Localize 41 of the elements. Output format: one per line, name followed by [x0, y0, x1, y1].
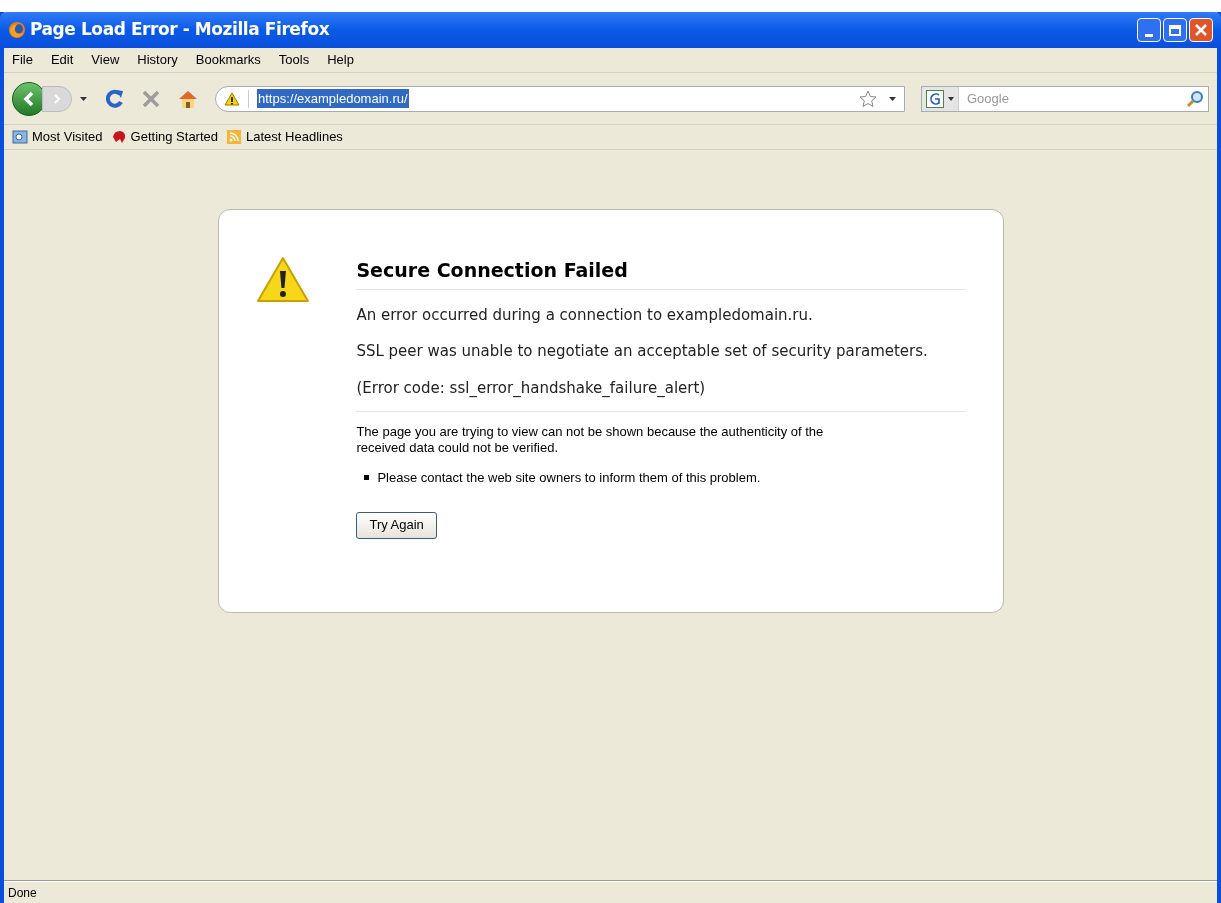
bookmark-item[interactable]: Most Visited — [12, 127, 103, 147]
feed-icon — [226, 129, 243, 145]
error-message: SSL peer was unable to negotiate an acceptable set of security parameters. — [356, 341, 929, 362]
error-description: The page you are trying to view can not be shown because the authenticity of the received data could not be verified. — [356, 424, 825, 456]
close-icon — [1194, 23, 1208, 37]
maximize-icon — [1169, 24, 1181, 36]
menu-item[interactable]: History — [137, 50, 178, 70]
address-bar[interactable]: https://exampledomain.ru/ — [215, 85, 905, 112]
menu-item[interactable]: Help — [327, 50, 354, 70]
warning-icon — [224, 91, 240, 106]
error-message: (Error code: ssl_error_handshake_failure_alert) — [356, 377, 707, 399]
try-again-button[interactable]: Try Again — [356, 511, 437, 539]
menu-item[interactable]: Edit — [50, 50, 74, 70]
url-text: https://exampledomain.ru/ — [257, 88, 409, 109]
bookmark-item[interactable]: Latest Headlines — [226, 127, 343, 147]
menu-item[interactable]: Tools — [278, 50, 310, 70]
bookmark-item[interactable]: Getting Started — [110, 127, 219, 147]
star-icon[interactable] — [859, 89, 877, 108]
error-message: An error occurred during a connection to exampledomain.ru. — [356, 304, 814, 326]
advice-text: Please contact the web site owners to inform them of this problem. — [377, 469, 761, 487]
search-field[interactable]: Google — [959, 88, 1186, 109]
search-box[interactable]: Google — [921, 85, 1209, 112]
menu-item[interactable]: View — [91, 50, 120, 70]
reload-icon[interactable] — [103, 87, 125, 110]
bullet-icon — [364, 475, 370, 481]
maximize-button[interactable] — [1163, 18, 1187, 42]
search-icon[interactable] — [1186, 89, 1204, 108]
error-title: Secure Connection Failed — [356, 256, 966, 290]
warning-icon — [255, 256, 310, 304]
minimize-icon — [1145, 34, 1153, 37]
dropdown-arrow-icon[interactable] — [889, 96, 896, 101]
search-engine-icon[interactable] — [922, 86, 959, 111]
minimize-button[interactable] — [1137, 18, 1161, 42]
folder-icon — [12, 129, 28, 145]
menu-item[interactable]: File — [12, 50, 33, 70]
home-icon[interactable] — [177, 88, 199, 109]
window-title: Page Load Error - Mozilla Firefox — [30, 18, 330, 42]
dropdown-arrow-icon[interactable] — [80, 96, 87, 101]
menu-item[interactable]: Bookmarks — [195, 50, 261, 70]
close-button[interactable] — [1189, 18, 1213, 42]
status-text: Done — [8, 884, 37, 902]
